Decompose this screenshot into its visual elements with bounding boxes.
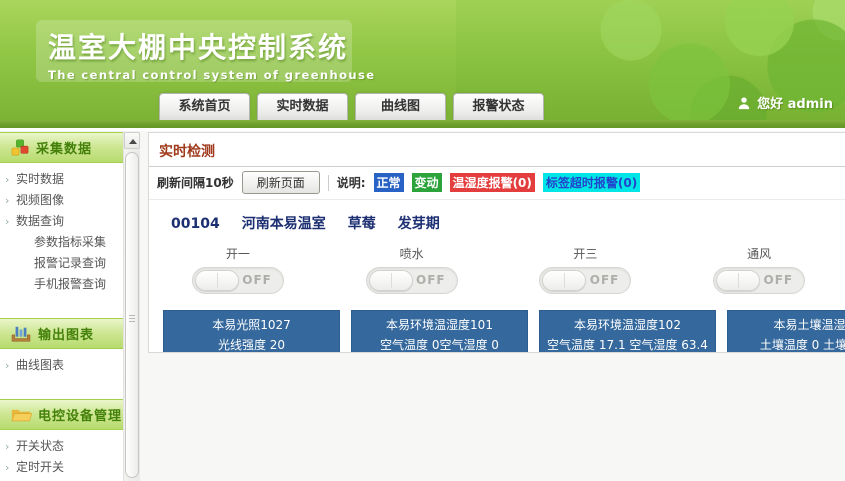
folder-icon [10,406,32,423]
sidebar-item-parameter-index[interactable]: 参数指标采集 [0,232,123,253]
sensor-title: 本易环境温湿度101 [352,315,527,335]
sensor-panel-soil: 本易土壤温湿度 土壤温度 0 土壤湿度 [727,310,845,353]
sidebar: 采集数据 实时数据 视频图像 数据查询 参数指标采集 报警记录查询 手机报警查询… [0,132,123,481]
switch-label: 通风 [672,245,845,262]
toggle-state-label: OFF [416,268,446,293]
greenhouse-id: 00104 [171,216,220,232]
person-icon [737,96,751,110]
app-header: 温室大棚中央控制系统 The central control system of… [0,0,845,120]
legend-tag-timeout-alarm-badge: 标签超时报警(0) [543,173,640,192]
switch-label: 开三 [499,245,673,262]
toolbar: 刷新间隔10秒 刷新页面 说明: 正常 变动 温湿度报警(0) 标签超时报警(0… [149,167,845,200]
sidebar-item-video-image[interactable]: 视频图像 [0,190,123,211]
switch-label: 开一 [151,245,325,262]
legend-caption: 说明: [337,174,366,191]
app-title: 温室大棚中央控制系统 [48,26,340,66]
toggle-switch-4[interactable]: OFF [713,267,805,294]
main-nav-tabs: 系统首页 实时数据 曲线图 报警状态 [159,93,544,120]
sensor-row: 本易光照1027 光线强度 20 本易环境温湿度101 空气温度 0空气湿度 0… [149,310,845,353]
tab-system-home[interactable]: 系统首页 [159,93,250,120]
sensor-panel-env-102: 本易环境温湿度102 空气温度 17.1 空气湿度 63.4 [539,310,716,353]
toggle-switch-2[interactable]: OFF [366,267,458,294]
refresh-page-button[interactable]: 刷新页面 [242,171,320,194]
header-divider-strip [0,120,845,128]
realtime-monitor-panel: 实时检测 刷新间隔10秒 刷新页面 说明: 正常 变动 温湿度报警(0) 标签超… [148,132,845,353]
scroll-up-button[interactable] [124,132,140,149]
toggle-knob [369,270,413,291]
sidebar-section-title: 输出图表 [38,324,94,343]
greenhouse-header: 00104 河南本易温室 草莓 发芽期 [149,200,845,233]
sidebar-menu-output-charts: 曲线图表 [0,349,123,380]
tab-alarm-status[interactable]: 报警状态 [453,93,544,120]
switch-row: 开一 OFF 喷水 OFF 开三 [149,245,845,294]
toggle-knob [195,270,239,291]
legend-changed-badge: 变动 [412,173,442,192]
sensor-title: 本易光照1027 [164,315,339,335]
legend-normal-badge: 正常 [374,173,404,192]
toggle-knob [716,270,760,291]
toggle-knob [542,270,586,291]
tab-realtime-data[interactable]: 实时数据 [257,93,348,120]
user-info: 您好 admin [737,93,833,112]
switch-col-1: 开一 OFF [151,245,325,294]
tab-curve-chart[interactable]: 曲线图 [355,93,446,120]
sidebar-menu-data-collection: 实时数据 视频图像 数据查询 参数指标采集 报警记录查询 手机报警查询 [0,163,123,299]
sensor-title: 本易环境温湿度102 [540,315,715,335]
chart-output-icon [10,325,32,343]
sidebar-item-phone-alarm-query[interactable]: 手机报警查询 [0,274,123,295]
refresh-interval-label: 刷新间隔10秒 [157,174,234,191]
sidebar-scrollbar[interactable] [123,132,140,481]
switch-label: 喷水 [325,245,499,262]
page-title: 实时检测 [149,133,845,167]
sidebar-section-output-charts[interactable]: 输出图表 [0,318,123,349]
sidebar-item-timed-switch[interactable]: 定时开关 [0,457,123,478]
sidebar-item-switch-status[interactable]: 开关状态 [0,436,123,457]
switch-col-3: 开三 OFF [499,245,673,294]
sidebar-menu-device-management: 开关状态 定时开关 [0,430,123,481]
sensor-panel-light: 本易光照1027 光线强度 20 [163,310,340,353]
app-subtitle: The central control system of greenhouse [48,68,340,82]
sensor-reading: 光线强度 20 [164,335,339,353]
user-greeting: 您好 admin [757,93,833,112]
toggle-state-label: OFF [764,268,794,293]
toggle-switch-1[interactable]: OFF [192,267,284,294]
legend-temp-humidity-alarm-badge: 温湿度报警(0) [450,173,535,192]
switch-col-2: 喷水 OFF [325,245,499,294]
sidebar-item-curve-charts[interactable]: 曲线图表 [0,355,123,376]
sidebar-section-data-collection[interactable]: 采集数据 [0,132,123,163]
toggle-switch-3[interactable]: OFF [539,267,631,294]
scroll-thumb[interactable] [125,152,139,478]
sidebar-section-device-management[interactable]: 电控设备管理 [0,399,123,430]
sidebar-item-realtime-data[interactable]: 实时数据 [0,169,123,190]
toggle-state-label: OFF [242,268,272,293]
app-title-box: 温室大棚中央控制系统 The central control system of… [36,20,352,82]
sidebar-item-alarm-record-query[interactable]: 报警记录查询 [0,253,123,274]
sidebar-section-title: 采集数据 [36,138,92,157]
sensor-reading: 土壤温度 0 土壤湿度 [728,335,845,353]
cubes-icon [10,139,30,157]
sensor-reading: 空气温度 0空气湿度 0 [352,335,527,353]
greenhouse-stage: 发芽期 [398,216,440,232]
sensor-title: 本易土壤温湿度 [728,315,845,335]
sidebar-item-data-query[interactable]: 数据查询 [0,211,123,232]
main-content: 实时检测 刷新间隔10秒 刷新页面 说明: 正常 变动 温湿度报警(0) 标签超… [140,131,845,481]
toggle-state-label: OFF [590,268,620,293]
sensor-reading: 空气温度 17.1 空气湿度 63.4 [540,335,715,353]
greenhouse-crop: 草莓 [348,216,376,232]
switch-col-4: 通风 OFF [672,245,845,294]
page-body: 采集数据 实时数据 视频图像 数据查询 参数指标采集 报警记录查询 手机报警查询… [0,131,845,481]
toolbar-divider [328,175,329,191]
sensor-panel-env-101: 本易环境温湿度101 空气温度 0空气湿度 0 [351,310,528,353]
sidebar-section-title: 电控设备管理 [38,405,122,424]
greenhouse-name: 河南本易温室 [242,216,326,232]
